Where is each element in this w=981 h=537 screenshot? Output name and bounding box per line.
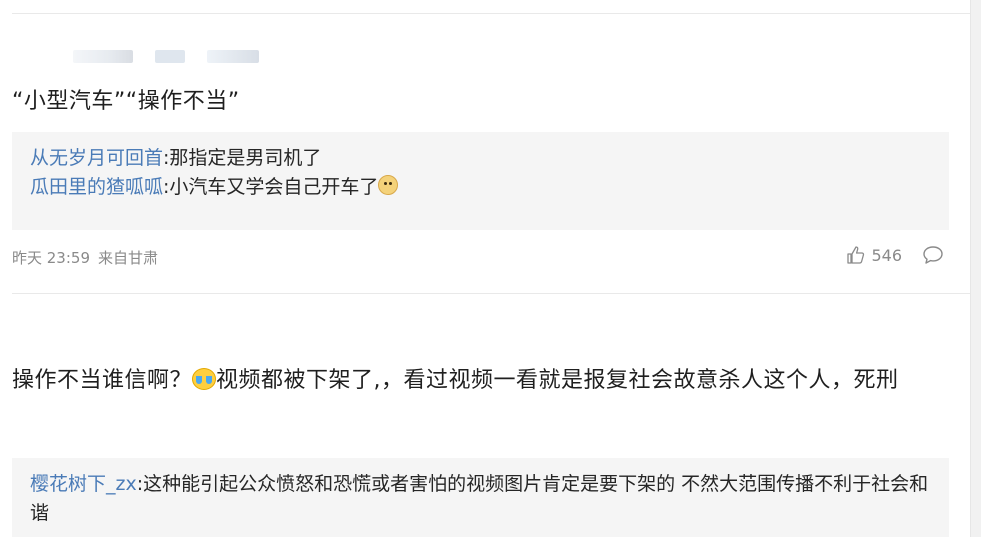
like-count: 546	[871, 245, 902, 265]
blurred-badge	[207, 50, 259, 63]
comment-2-text: 操作不当谁信啊？ 视频都被下架了,，看过视频一看就是报复社会故意杀人这个人，死刑	[12, 363, 957, 399]
blurred-avatar	[73, 50, 133, 63]
comment-time: 昨天 23:59	[12, 249, 90, 267]
reply-3: 樱花树下_zx:这种能引起公众愤怒和恐慌或者害怕的视频图片肯定是要下架的 不然大…	[30, 470, 931, 528]
reply-2-username[interactable]: 瓜田里的猹呱呱	[30, 176, 163, 198]
comment-1-meta: 昨天 23:59 来自甘肃	[12, 247, 158, 268]
crying-laughing-emoji-icon	[192, 368, 217, 390]
divider	[12, 293, 970, 294]
reply-3-text: :这种能引起公众愤怒和恐慌或者害怕的视频图片肯定是要下架的 不然大范围传播不利于…	[30, 473, 929, 524]
like-button[interactable]: 546	[846, 245, 902, 265]
thumbs-up-icon	[847, 246, 865, 264]
comment-2-replies: 樱花树下_zx:这种能引起公众愤怒和恐慌或者害怕的视频图片肯定是要下架的 不然大…	[12, 458, 949, 537]
comment-feed: “小型汽车”“操作不当” 从无岁月可回首:那指定是男司机了 瓜田里的猹呱呱:小汽…	[0, 0, 970, 537]
comment-1-actions: 546	[846, 245, 944, 265]
reply-2-text: :小汽车又学会自己开车了	[163, 176, 379, 198]
comment-1-replies: 从无岁月可回首:那指定是男司机了 瓜田里的猹呱呱:小汽车又学会自己开车了	[12, 132, 949, 230]
comment-1-text: “小型汽车”“操作不当”	[12, 89, 240, 114]
divider	[12, 13, 970, 14]
blurred-user-info	[73, 50, 259, 63]
comment-2-text-part1: 操作不当谁信啊？	[12, 368, 193, 393]
reply-1: 从无岁月可回首:那指定是男司机了	[30, 144, 931, 173]
reply-2: 瓜田里的猹呱呱:小汽车又学会自己开车了	[30, 173, 931, 202]
reply-comment-icon[interactable]	[922, 245, 944, 265]
blurred-username	[155, 50, 185, 63]
reply-3-username[interactable]: 樱花树下_zx	[30, 473, 137, 495]
comment-2-text-part2: 视频都被下架了,，看过视频一看就是报复社会故意杀人这个人，死刑	[216, 368, 899, 393]
comment-source: 来自甘肃	[98, 249, 159, 267]
scrollbar[interactable]	[970, 0, 981, 537]
reply-1-text: :那指定是男司机了	[163, 147, 322, 169]
reply-1-username[interactable]: 从无岁月可回首	[30, 147, 163, 169]
doge-emoji-icon	[378, 175, 399, 195]
